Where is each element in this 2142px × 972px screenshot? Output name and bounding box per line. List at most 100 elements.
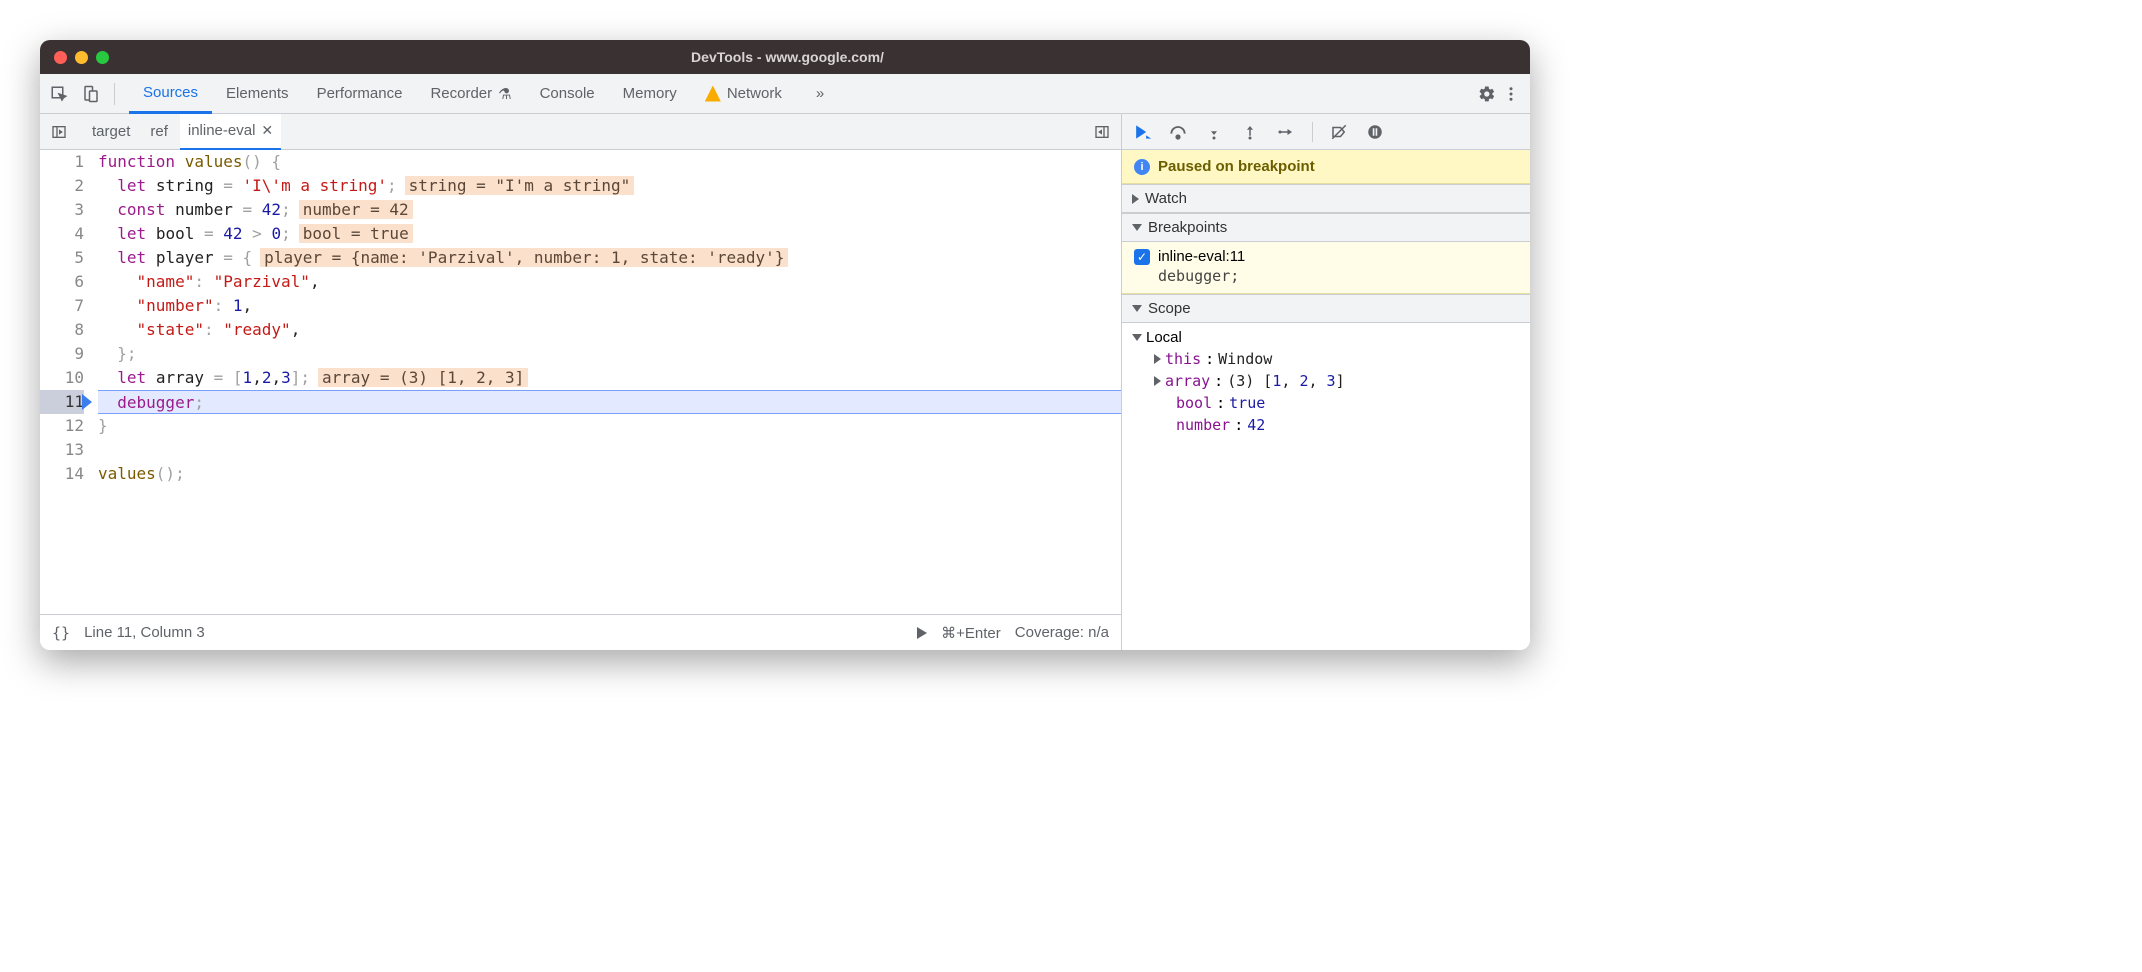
line-number[interactable]: 1	[40, 150, 84, 174]
tab-elements[interactable]: Elements	[212, 74, 303, 114]
code-line[interactable]: let bool = 42 > 0;bool = true	[98, 222, 1121, 246]
editor-statusbar: {} Line 11, Column 3 ⌘+Enter Coverage: n…	[40, 614, 1121, 650]
scope-bool-row[interactable]: bool: true	[1122, 392, 1530, 414]
code-line[interactable]: values();	[98, 462, 1121, 486]
scope-this-row[interactable]: this: Window	[1122, 348, 1530, 370]
pause-on-exceptions-button[interactable]	[1365, 122, 1385, 142]
scope-local-header[interactable]: Local	[1122, 327, 1530, 348]
close-tab-icon[interactable]: ✕	[261, 122, 273, 139]
run-snippet-icon[interactable]	[917, 627, 927, 639]
window-title: DevTools - www.google.com/	[109, 49, 1466, 65]
more-menu-icon[interactable]	[1502, 85, 1520, 103]
settings-gear-icon[interactable]	[1478, 85, 1496, 103]
device-toolbar-icon[interactable]	[82, 85, 100, 103]
code-line[interactable]: const number = 42;number = 42	[98, 198, 1121, 222]
disclosure-triangle-icon	[1132, 305, 1142, 312]
step-out-button[interactable]	[1240, 122, 1260, 142]
line-number[interactable]: 13	[40, 438, 84, 462]
line-number[interactable]: 3	[40, 198, 84, 222]
watch-section-header[interactable]: Watch	[1122, 184, 1530, 213]
line-number[interactable]: 9	[40, 342, 84, 366]
code-line[interactable]: let array = [1,2,3];array = (3) [1, 2, 3…	[98, 366, 1121, 390]
file-tabbar: target ref inline-eval ✕	[40, 114, 1121, 150]
titlebar: DevTools - www.google.com/	[40, 40, 1530, 74]
code-line[interactable]: "name": "Parzival",	[98, 270, 1121, 294]
close-window-button[interactable]	[54, 51, 67, 64]
debugger-panel: i Paused on breakpoint Watch Breakpoints…	[1122, 114, 1530, 650]
line-number[interactable]: 4	[40, 222, 84, 246]
scope-section-header[interactable]: Scope	[1122, 294, 1530, 323]
tab-recorder[interactable]: Recorder ⚗	[416, 74, 525, 114]
line-number[interactable]: 5	[40, 246, 84, 270]
minimize-window-button[interactable]	[75, 51, 88, 64]
tab-label: Sources	[143, 84, 198, 101]
scope-array-row[interactable]: array: (3) [1, 2, 3]	[1122, 370, 1530, 392]
file-tab-label: target	[92, 123, 130, 140]
line-number[interactable]: 8	[40, 318, 84, 342]
file-tab-label: ref	[150, 123, 168, 140]
code-editor[interactable]: 1234567891011121314 function values() { …	[40, 150, 1121, 614]
more-tabs-icon[interactable]	[1093, 123, 1111, 141]
file-tab-label: inline-eval	[188, 122, 256, 139]
inline-value-hint: player = {name: 'Parzival', number: 1, s…	[260, 248, 788, 267]
disclosure-triangle-icon	[1132, 334, 1142, 341]
step-button[interactable]	[1276, 122, 1296, 142]
scope-number-row[interactable]: number: 42	[1122, 414, 1530, 436]
file-tab-target[interactable]: target	[84, 114, 138, 150]
inline-value-hint: bool = true	[299, 224, 413, 243]
code-line[interactable]: let string = 'I\'m a string';string = "I…	[98, 174, 1121, 198]
line-number[interactable]: 7	[40, 294, 84, 318]
cursor-position: Line 11, Column 3	[84, 624, 205, 641]
disclosure-triangle-icon	[1132, 194, 1139, 204]
step-over-button[interactable]	[1168, 122, 1188, 142]
paused-banner: i Paused on breakpoint	[1122, 150, 1530, 184]
line-number[interactable]: 12	[40, 414, 84, 438]
deactivate-breakpoints-button[interactable]	[1329, 122, 1349, 142]
code-line[interactable]: let player = {player = {name: 'Parzival'…	[98, 246, 1121, 270]
disclosure-triangle-icon	[1132, 224, 1142, 231]
tab-label: Elements	[226, 85, 289, 102]
code-line[interactable]: function values() {	[98, 150, 1121, 174]
inspect-element-icon[interactable]	[50, 85, 68, 103]
tabs-overflow[interactable]: »	[802, 74, 838, 114]
line-number[interactable]: 14	[40, 462, 84, 486]
code-line[interactable]: "number": 1,	[98, 294, 1121, 318]
code-line[interactable]	[98, 438, 1121, 462]
inline-value-hint: number = 42	[299, 200, 413, 219]
debugger-toolbar	[1122, 114, 1530, 150]
run-hint: ⌘+Enter	[941, 624, 1001, 642]
resume-button[interactable]	[1132, 122, 1152, 142]
code-lines[interactable]: function values() { let string = 'I\'m a…	[94, 150, 1121, 614]
code-line[interactable]: debugger;	[98, 390, 1121, 414]
code-line[interactable]: "state": "ready",	[98, 318, 1121, 342]
coverage-status: Coverage: n/a	[1015, 624, 1109, 641]
code-line[interactable]: }	[98, 414, 1121, 438]
tab-label: Network	[727, 85, 782, 102]
maximize-window-button[interactable]	[96, 51, 109, 64]
breakpoint-checkbox[interactable]: ✓	[1134, 249, 1150, 265]
breakpoint-item[interactable]: ✓ inline-eval:11 debugger;	[1122, 242, 1530, 294]
paused-message: Paused on breakpoint	[1158, 158, 1315, 175]
breakpoints-section-header[interactable]: Breakpoints	[1122, 213, 1530, 242]
tab-console[interactable]: Console	[526, 74, 609, 114]
show-navigator-icon[interactable]	[50, 123, 68, 141]
breakpoint-code: debugger;	[1158, 267, 1518, 285]
line-number-gutter[interactable]: 1234567891011121314	[40, 150, 94, 614]
scope-body: Local this: Window array: (3) [1, 2, 3] …	[1122, 323, 1530, 442]
inline-value-hint: array = (3) [1, 2, 3]	[318, 368, 528, 387]
line-number[interactable]: 2	[40, 174, 84, 198]
tab-memory[interactable]: Memory	[609, 74, 691, 114]
pretty-print-icon[interactable]: {}	[52, 624, 70, 642]
step-into-button[interactable]	[1204, 122, 1224, 142]
warning-icon	[705, 86, 721, 102]
line-number[interactable]: 6	[40, 270, 84, 294]
line-number[interactable]: 11	[40, 390, 84, 414]
code-line[interactable]: };	[98, 342, 1121, 366]
file-tab-inline-eval[interactable]: inline-eval ✕	[180, 114, 281, 150]
tab-sources[interactable]: Sources	[129, 74, 212, 114]
tab-performance[interactable]: Performance	[303, 74, 417, 114]
tab-network[interactable]: Network	[691, 74, 796, 114]
file-tab-ref[interactable]: ref	[142, 114, 176, 150]
line-number[interactable]: 10	[40, 366, 84, 390]
traffic-lights	[54, 51, 109, 64]
